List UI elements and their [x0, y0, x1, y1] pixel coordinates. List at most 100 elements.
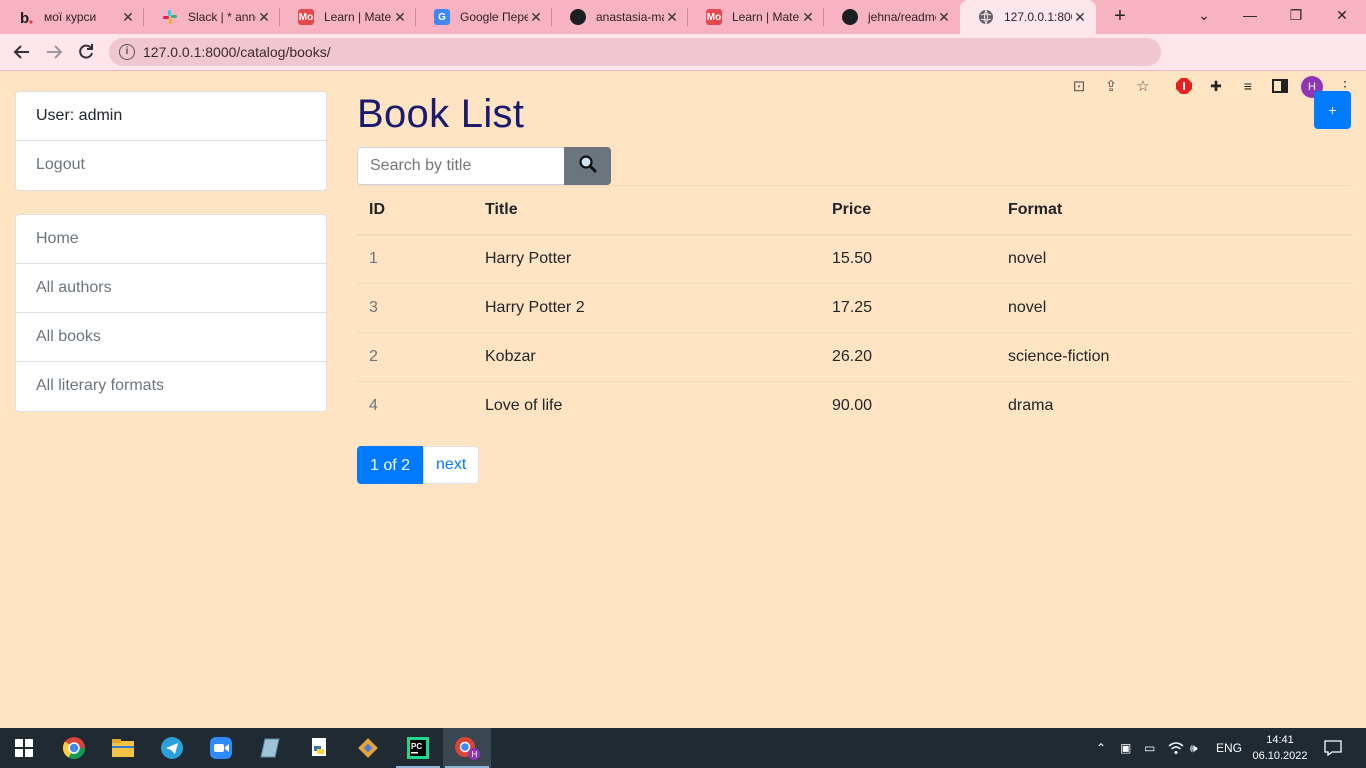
tab-strip: b мої курси ✕ Slack | * anno ✕ Mo Learn … — [0, 0, 1366, 34]
input-language[interactable]: ENG — [1216, 728, 1242, 768]
restore-icon[interactable]: ❐ — [1273, 0, 1319, 30]
b-logo-icon: b — [18, 9, 34, 25]
search-button[interactable] — [564, 147, 611, 185]
pycharm-icon[interactable]: PC — [394, 728, 442, 768]
page-title: Book List — [357, 92, 525, 136]
book-format: novel — [996, 234, 1351, 284]
book-title: Love of life — [473, 381, 820, 431]
book-title: Kobzar — [473, 332, 820, 382]
browser-tab[interactable]: Slack | * anno ✕ — [144, 0, 280, 34]
next-page-link[interactable]: next — [423, 446, 480, 484]
sidebar-item-all-literary-formats[interactable]: All literary formats — [16, 362, 326, 411]
battery-icon[interactable]: ▭ — [1144, 728, 1155, 768]
book-id-link[interactable]: 4 — [357, 381, 473, 431]
browser-tab[interactable]: b мої курси ✕ — [0, 0, 144, 34]
extensions-puzzle-icon[interactable]: ✚ — [1207, 77, 1225, 95]
chrome-taskbar-icon[interactable] — [50, 728, 98, 768]
media-control-icon[interactable]: ≡ — [1239, 77, 1257, 95]
book-id-link[interactable]: 3 — [357, 283, 473, 333]
table-row: 3 Harry Potter 2 17.25 novel — [357, 283, 1351, 333]
chrome-profile-taskbar-icon[interactable]: H — [443, 728, 491, 768]
site-info-icon[interactable]: i — [119, 44, 135, 60]
volume-icon[interactable]: 🕪 — [1190, 728, 1198, 768]
new-tab-button[interactable]: + — [1108, 4, 1132, 30]
book-price: 17.25 — [820, 283, 996, 333]
book-title: Harry Potter 2 — [473, 283, 820, 333]
github-icon — [570, 9, 586, 25]
column-header-id: ID — [357, 185, 473, 236]
notes-app-icon[interactable] — [246, 728, 294, 768]
pagination: 1 of 2 next — [357, 446, 480, 484]
browser-tab[interactable]: anastasia-ma ✕ — [552, 0, 688, 34]
start-windows-icon[interactable] — [0, 728, 48, 768]
book-format: drama — [996, 381, 1351, 431]
close-tab-icon[interactable]: ✕ — [800, 9, 816, 26]
book-format: novel — [996, 283, 1351, 333]
telegram-icon[interactable] — [148, 728, 196, 768]
bookmark-star-icon[interactable]: ☆ — [1134, 77, 1152, 95]
book-price: 15.50 — [820, 234, 996, 284]
git-client-icon[interactable] — [344, 728, 392, 768]
notifications-icon[interactable] — [1324, 728, 1342, 768]
taskbar: PC H ⌃ ▣ ▭ 🕪 ENG 14:41 06.10.2022 — [0, 728, 1366, 768]
slack-icon — [162, 9, 178, 25]
close-tab-icon[interactable]: ✕ — [120, 9, 136, 26]
browser-tab[interactable]: G Google Пере ✕ — [416, 0, 552, 34]
close-tab-icon[interactable]: ✕ — [256, 9, 272, 26]
close-tab-icon[interactable]: ✕ — [1072, 9, 1088, 26]
url-text[interactable]: 127.0.0.1:8000/catalog/books/ — [143, 44, 331, 60]
reload-icon[interactable] — [74, 40, 98, 64]
python-file-icon[interactable] — [295, 728, 343, 768]
mate-icon: Mo — [298, 9, 314, 25]
mate-icon: Mo — [706, 9, 722, 25]
column-header-format: Format — [996, 185, 1351, 236]
browser-tab[interactable]: Mo Learn | Mate a ✕ — [280, 0, 416, 34]
forward-icon[interactable] — [42, 40, 66, 64]
browser-toolbar: i 127.0.0.1:8000/catalog/books/ ⊡ ⇪ ☆ ✚ … — [0, 34, 1366, 98]
search-input[interactable] — [357, 147, 565, 185]
sidebar-item-home[interactable]: Home — [16, 215, 326, 264]
adblock-extension-icon[interactable] — [1175, 77, 1193, 95]
close-tab-icon[interactable]: ✕ — [392, 9, 408, 26]
sidebar-item-all-authors[interactable]: All authors — [16, 264, 326, 313]
svg-text:b: b — [20, 10, 29, 25]
translate-icon[interactable]: ⊡ — [1070, 77, 1088, 95]
browser-tab-active[interactable]: 127.0.0.1:800 ✕ — [960, 0, 1096, 34]
current-user-label: User: admin — [16, 92, 326, 141]
sidebar-item-all-books[interactable]: All books — [16, 313, 326, 362]
user-panel: User: admin Logout — [15, 91, 327, 191]
back-icon[interactable] — [10, 40, 34, 64]
logout-link[interactable]: Logout — [16, 141, 326, 190]
book-id-link[interactable]: 1 — [357, 234, 473, 284]
book-id-link[interactable]: 2 — [357, 332, 473, 382]
browser-tab[interactable]: Mo Learn | Mate a ✕ — [688, 0, 824, 34]
file-explorer-icon[interactable] — [99, 728, 147, 768]
google-translate-icon: G — [434, 9, 450, 25]
system-clock[interactable]: 14:41 06.10.2022 — [1252, 732, 1308, 764]
wifi-icon[interactable] — [1168, 728, 1184, 768]
book-title: Harry Potter — [473, 234, 820, 284]
column-header-title: Title — [473, 185, 820, 236]
zoom-icon[interactable] — [197, 728, 245, 768]
table-row: 2 Kobzar 26.20 science-fiction — [357, 332, 1351, 382]
share-icon[interactable]: ⇪ — [1102, 77, 1120, 95]
clock-time: 14:41 — [1266, 734, 1294, 746]
book-format: science-fiction — [996, 332, 1351, 382]
close-tab-icon[interactable]: ✕ — [528, 9, 544, 26]
address-bar[interactable]: i 127.0.0.1:8000/catalog/books/ — [109, 38, 1161, 66]
close-tab-icon[interactable]: ✕ — [936, 9, 952, 26]
sidebar-nav: Home All authors All books All literary … — [15, 214, 327, 412]
books-table: ID Title Price Format 1 Harry Potter 15.… — [357, 185, 1351, 431]
meet-now-icon[interactable]: ▣ — [1120, 728, 1131, 768]
column-header-price: Price — [820, 185, 996, 236]
add-book-button[interactable]: + — [1314, 91, 1351, 129]
tab-search-icon[interactable]: ⌄ — [1181, 0, 1227, 30]
table-row: 1 Harry Potter 15.50 novel — [357, 234, 1351, 284]
minimize-icon[interactable]: — — [1227, 0, 1273, 30]
close-window-icon[interactable]: ✕ — [1319, 0, 1365, 30]
close-tab-icon[interactable]: ✕ — [664, 9, 680, 26]
browser-tab[interactable]: jehna/readme ✕ — [824, 0, 960, 34]
side-panel-icon[interactable] — [1271, 77, 1289, 95]
show-hidden-icons-icon[interactable]: ⌃ — [1096, 728, 1106, 768]
search-icon — [578, 154, 598, 179]
